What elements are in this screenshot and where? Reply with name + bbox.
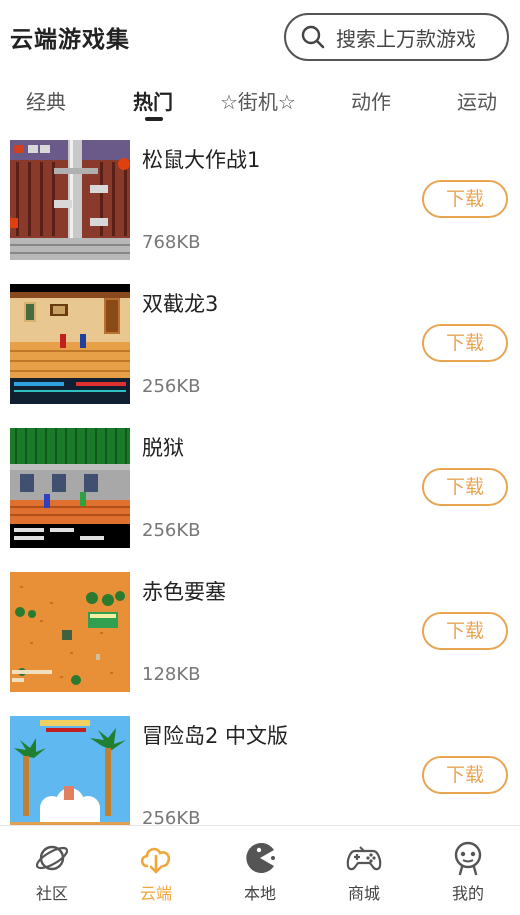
game-screenshot-image — [10, 140, 130, 260]
bottom-navigation: 社区 云端 本地 商城 我的 — [0, 825, 520, 915]
game-thumbnail[interactable] — [10, 572, 130, 692]
game-row[interactable]: 脱狱 256KB 下载 — [0, 426, 520, 551]
nav-label: 商城 — [347, 884, 380, 903]
gamepad-icon — [346, 846, 382, 871]
game-screenshot-image — [10, 572, 130, 692]
active-tab-indicator — [145, 117, 163, 121]
game-file-size: 768KB — [142, 232, 201, 253]
tab-sports[interactable]: 运动 — [457, 86, 497, 115]
game-title: 松鼠大作战1 — [142, 148, 261, 172]
search-icon — [301, 25, 325, 49]
game-title: 冒险岛2 中文版 — [142, 724, 289, 748]
game-row[interactable]: 冒险岛2 中文版 256KB 下载 — [0, 714, 520, 825]
game-file-size: 256KB — [142, 376, 201, 397]
nav-label: 云端 — [139, 884, 172, 903]
nav-item-community[interactable]: 社区 — [0, 826, 104, 915]
game-title: 双截龙3 — [142, 292, 219, 316]
app-screen: 云端游戏集 搜索上万款游戏 经典 热门 ☆街机☆ 动作 运动 松鼠大作战1 76… — [0, 0, 520, 915]
nav-label: 我的 — [451, 884, 484, 903]
robot-face-icon — [454, 841, 482, 876]
pacman-icon — [246, 843, 275, 873]
game-thumbnail[interactable] — [10, 716, 130, 825]
game-file-size: 128KB — [142, 664, 201, 685]
game-title: 脱狱 — [142, 436, 184, 460]
cloud-download-icon — [140, 847, 171, 874]
download-button[interactable]: 下载 — [422, 324, 508, 362]
app-title: 云端游戏集 — [10, 27, 130, 53]
nav-label: 本地 — [243, 884, 276, 903]
search-placeholder: 搜索上万款游戏 — [336, 26, 476, 51]
category-tabs: 经典 热门 ☆街机☆ 动作 运动 — [0, 78, 520, 122]
nav-item-store[interactable]: 商城 — [312, 826, 416, 915]
game-thumbnail[interactable] — [10, 428, 130, 548]
game-list[interactable]: 松鼠大作战1 768KB 下载 双截龙3 256KB 下载 脱狱 256KB 下… — [0, 138, 520, 825]
tab-action[interactable]: 动作 — [351, 86, 391, 115]
download-button[interactable]: 下载 — [422, 180, 508, 218]
download-button[interactable]: 下载 — [422, 756, 508, 794]
game-file-size: 256KB — [142, 808, 201, 825]
tab-hot[interactable]: 热门 — [133, 86, 173, 115]
planet-icon — [35, 845, 69, 871]
game-row[interactable]: 赤色要塞 128KB 下载 — [0, 570, 520, 695]
tab-arcade[interactable]: ☆街机☆ — [220, 86, 296, 115]
game-thumbnail[interactable] — [10, 284, 130, 404]
header: 云端游戏集 搜索上万款游戏 — [0, 0, 520, 72]
game-row[interactable]: 松鼠大作战1 768KB 下载 — [0, 138, 520, 263]
nav-label: 社区 — [35, 884, 68, 903]
game-row[interactable]: 双截龙3 256KB 下载 — [0, 282, 520, 407]
game-thumbnail[interactable] — [10, 140, 130, 260]
download-button[interactable]: 下载 — [422, 468, 508, 506]
nav-item-profile[interactable]: 我的 — [416, 826, 520, 915]
game-file-size: 256KB — [142, 520, 201, 541]
game-screenshot-image — [10, 428, 130, 548]
nav-item-cloud[interactable]: 云端 — [104, 826, 208, 915]
download-button[interactable]: 下载 — [422, 612, 508, 650]
search-bar[interactable]: 搜索上万款游戏 — [284, 13, 509, 61]
game-screenshot-image — [10, 284, 130, 404]
game-title: 赤色要塞 — [142, 580, 226, 604]
nav-item-local[interactable]: 本地 — [208, 826, 312, 915]
game-screenshot-image — [10, 716, 130, 825]
tab-classic[interactable]: 经典 — [26, 86, 66, 115]
